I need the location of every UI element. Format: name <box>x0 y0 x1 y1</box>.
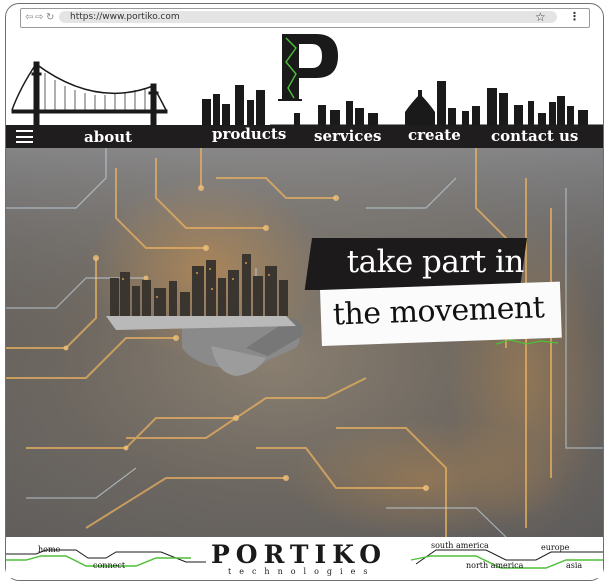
tagline-banner-light: the movement <box>320 281 562 346</box>
url-bar[interactable]: https://www.portiko.com <box>59 11 557 23</box>
footer-brand-subtitle: technologies <box>228 567 376 576</box>
reload-icon[interactable]: ↻ <box>46 10 54 26</box>
back-icon[interactable]: ⇦ <box>25 10 33 26</box>
tagline-banner-dark: take part in <box>304 238 527 290</box>
nav-services[interactable]: services <box>314 125 381 148</box>
nav-create[interactable]: create <box>408 124 461 147</box>
tagline-line1: take part in <box>346 244 524 280</box>
footer-link-north-america[interactable]: north america <box>466 561 523 570</box>
footer-brand: PORTIKO <box>211 540 388 569</box>
footer: home connect PORTIKO technologies south … <box>6 538 603 578</box>
forward-icon[interactable]: ⇨ <box>35 10 43 26</box>
nav-products[interactable]: products <box>212 123 286 146</box>
hero-banner: take part in the movement <box>6 148 603 537</box>
portiko-logo-icon <box>278 34 338 101</box>
bridge-icon <box>11 61 168 126</box>
nav-about[interactable]: about <box>84 126 132 149</box>
bookmark-star-icon[interactable]: ☆ <box>535 9 546 25</box>
footer-link-europe[interactable]: europe <box>541 543 569 552</box>
main-nav: about products services create contact u… <box>6 125 603 148</box>
skyline-header <box>11 34 603 126</box>
browser-toolbar: ⇦ ⇨ ↻ https://www.portiko.com ☆ ⋮ <box>20 8 590 28</box>
footer-link-connect[interactable]: connect <box>93 561 125 570</box>
hamburger-menu-icon[interactable] <box>16 130 33 143</box>
tagline-line2: the movement <box>332 290 545 333</box>
browser-menu-icon[interactable]: ⋮ <box>569 9 580 25</box>
buildings-right-icon <box>294 81 588 125</box>
footer-link-home[interactable]: home <box>38 545 60 554</box>
buildings-left-icon <box>202 85 265 125</box>
circuit-background-image <box>6 148 603 537</box>
footer-link-asia[interactable]: asia <box>566 561 582 570</box>
nav-contact-us[interactable]: contact us <box>491 125 578 148</box>
footer-link-south-america[interactable]: south america <box>431 541 489 550</box>
